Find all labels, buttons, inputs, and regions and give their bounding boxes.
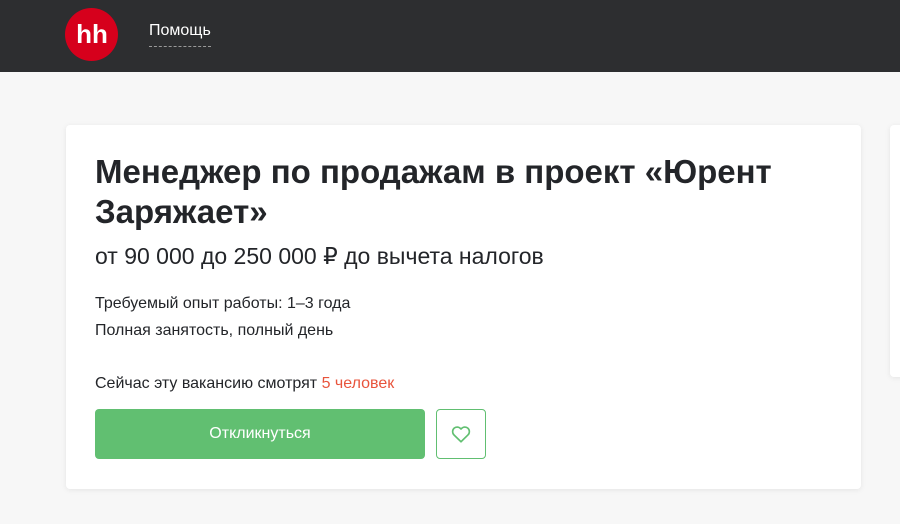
vacancy-salary: от 90 000 до 250 000 ₽ до вычета налогов xyxy=(95,243,544,269)
side-panel-card xyxy=(890,125,900,377)
viewers-count: 5 человек xyxy=(321,375,395,392)
vacancy-title: Менеджер по продажам в проект «Юрент Зар… xyxy=(95,153,772,230)
favorite-button[interactable] xyxy=(436,409,486,459)
viewers-text: Сейчас эту вакансию смотрят xyxy=(95,375,322,392)
viewers-notice: Сейчас эту вакансию смотрят 5 человек xyxy=(95,374,394,394)
page-content: Менеджер по продажам в проект «Юрент Зар… xyxy=(0,72,900,524)
respond-button[interactable]: Откликнуться xyxy=(95,409,425,459)
hh-logo-icon[interactable]: hh xyxy=(65,8,118,61)
employment-type: Полная занятость, полный день xyxy=(95,322,334,339)
vacancy-card: Менеджер по продажам в проект «Юрент Зар… xyxy=(66,125,861,489)
top-navigation-bar: hh Помощь xyxy=(0,0,900,72)
svg-text:hh: hh xyxy=(76,21,108,49)
help-link[interactable]: Помощь xyxy=(149,21,211,47)
experience-requirement: Требуемый опыт работы: 1–3 года xyxy=(95,295,351,312)
hh-logo-glyph: hh xyxy=(76,21,108,49)
heart-icon xyxy=(451,426,471,443)
